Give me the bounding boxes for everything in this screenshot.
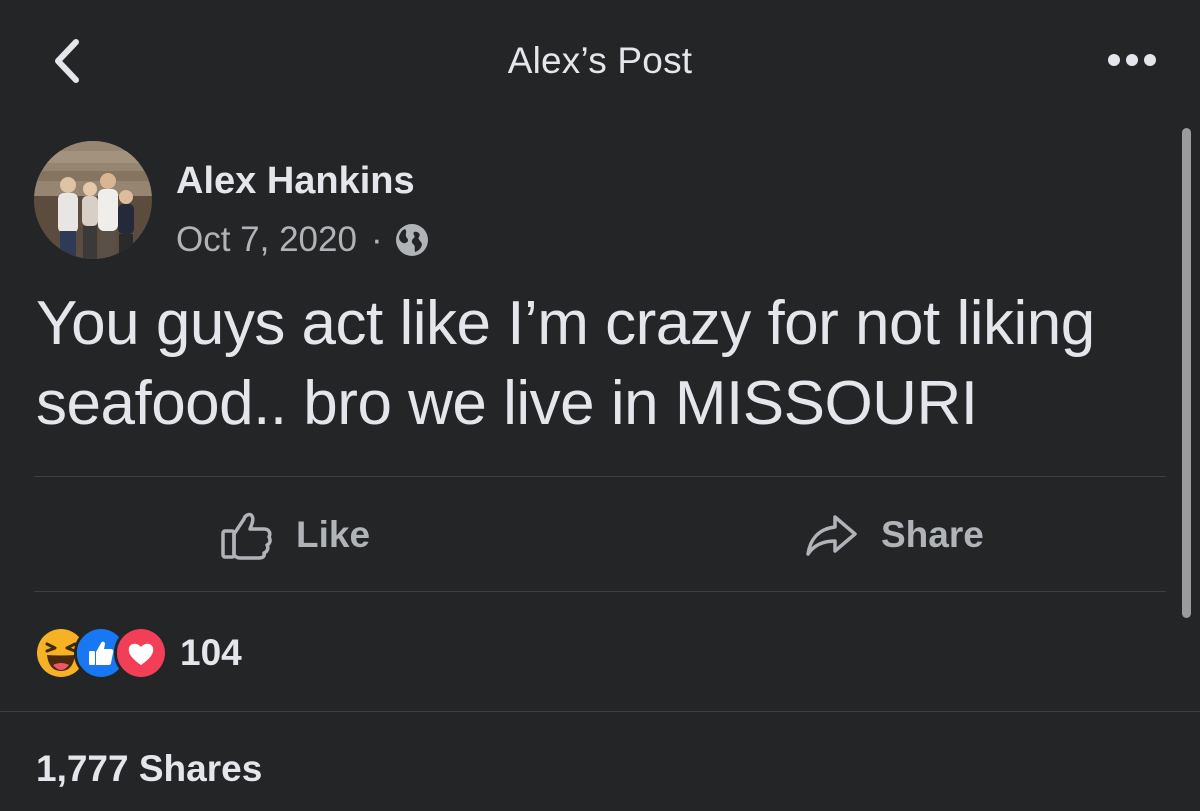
thumbs-up-icon	[221, 512, 272, 560]
shares-count[interactable]: 1,777 Shares	[36, 748, 262, 790]
more-dots-icon	[1108, 54, 1156, 66]
divider	[0, 711, 1200, 712]
author-name[interactable]: Alex Hankins	[176, 160, 415, 203]
post-date[interactable]: Oct 7, 2020	[176, 220, 357, 260]
share-label: Share	[881, 514, 984, 555]
globe-icon	[395, 224, 428, 256]
post-meta: Oct 7, 2020 ·	[176, 219, 429, 261]
like-label: Like	[296, 514, 371, 555]
share-button[interactable]: Share	[803, 500, 984, 570]
meta-separator: ·	[370, 220, 383, 259]
divider	[34, 476, 1166, 477]
scrollbar[interactable]	[1182, 128, 1191, 618]
like-button[interactable]: Like	[218, 500, 370, 570]
divider	[34, 591, 1166, 592]
share-arrow-icon	[806, 515, 857, 556]
post-text-line: You guys act like I’m crazy for not liki…	[36, 289, 1095, 358]
profile-photo	[34, 141, 152, 259]
post-text-line: seafood.. bro we live in MISSOURI	[36, 369, 978, 438]
top-bar: Alex’s Post	[0, 0, 1200, 125]
reactions-summary[interactable]: 104	[34, 626, 242, 680]
reaction-count: 104	[180, 632, 242, 673]
post-text: You guys act like I’m crazy for not liki…	[36, 284, 1176, 444]
love-reaction-icon	[114, 626, 168, 680]
avatar[interactable]	[34, 141, 152, 259]
more-options-button[interactable]	[1100, 42, 1164, 78]
post-screen: Alex’s Post Alex Hankins Oct 7, 2020 · Y…	[0, 0, 1200, 811]
page-title: Alex’s Post	[507, 40, 693, 81]
